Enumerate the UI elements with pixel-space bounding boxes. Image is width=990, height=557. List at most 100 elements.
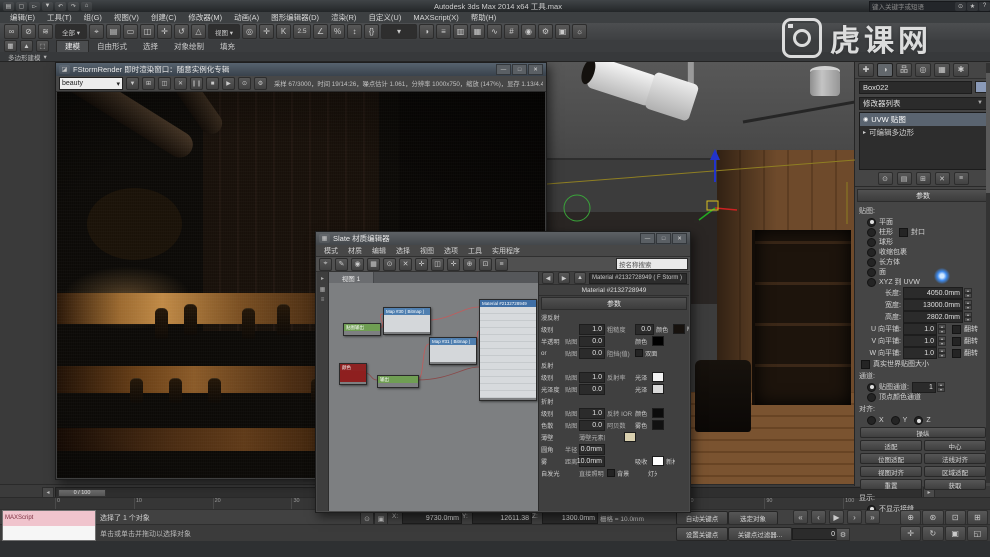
radio-button[interactable] xyxy=(867,217,876,227)
param-button[interactable]: 灯光 xyxy=(648,469,657,478)
radio-button[interactable] xyxy=(867,247,876,257)
axis-radio[interactable]: X xyxy=(867,416,884,425)
menu-item[interactable]: 视图(V) xyxy=(108,12,145,23)
pan-view-icon[interactable]: ✛ xyxy=(900,526,922,541)
ribbon-tab[interactable]: 建模 xyxy=(56,39,89,53)
modifier-bulb-icon[interactable]: ▸ xyxy=(863,129,866,136)
curve-editor-icon[interactable]: ∿ xyxy=(487,24,502,39)
zoom-extents-view-icon[interactable]: ⊡ xyxy=(479,257,492,271)
slate-titlebar[interactable]: ▦ Slate 材质编辑器 — □ ✕ xyxy=(316,232,690,245)
lock-view-icon[interactable]: ⊙ xyxy=(238,77,251,90)
dimension-input[interactable]: 13000.0mm xyxy=(903,299,963,311)
next-frame-icon[interactable]: › xyxy=(847,510,862,524)
material-editor-icon[interactable]: ◉ xyxy=(521,24,536,39)
zoom-region-icon[interactable]: ⊞ xyxy=(966,510,988,525)
show-end-result-icon[interactable]: ⊙ xyxy=(383,257,396,271)
color-swatch[interactable] xyxy=(652,384,664,394)
light-gizmo-circle[interactable] xyxy=(563,194,591,222)
flip-checkbox[interactable] xyxy=(952,336,961,346)
edit-named-selections-icon[interactable]: {} xyxy=(364,24,379,39)
param-checkbox[interactable] xyxy=(607,469,615,477)
menu-item[interactable]: 材质 xyxy=(343,246,367,256)
open-file-icon[interactable]: ▻ xyxy=(29,1,40,11)
bind-to-space-warp-icon[interactable]: ≋ xyxy=(38,24,53,39)
menu-item[interactable]: 组(G) xyxy=(78,12,108,23)
panel-scrollbar[interactable] xyxy=(986,63,990,483)
param-value-field[interactable]: 1.0 xyxy=(579,371,605,383)
selection-filter-combo[interactable]: 全部 ▾ xyxy=(55,24,87,39)
axis-radio[interactable]: Z xyxy=(914,416,931,425)
param-value-field[interactable]: 0.0mm xyxy=(579,443,605,455)
radio-button[interactable] xyxy=(867,257,876,267)
ribbon-tab[interactable]: 对象绘制 xyxy=(166,40,212,52)
color-swatch[interactable] xyxy=(624,432,636,442)
menu-item[interactable]: 自定义(U) xyxy=(362,12,407,23)
align-icon[interactable]: ≡ xyxy=(436,24,451,39)
select-by-name-icon[interactable]: ▤ xyxy=(106,24,121,39)
new-scene-icon[interactable]: ▢ xyxy=(16,1,27,11)
move-children-icon[interactable]: ✛ xyxy=(415,257,428,271)
param-value-field[interactable]: 0.0 xyxy=(635,323,654,335)
start-render-icon[interactable]: ▶ xyxy=(222,77,235,90)
rectangular-selection-icon[interactable]: ▭ xyxy=(123,24,138,39)
key-filters-button[interactable]: 关键点过滤器... xyxy=(728,527,792,541)
radio-button[interactable] xyxy=(867,237,876,247)
maxscript-mini-listener[interactable]: MAXScript xyxy=(2,510,96,541)
auto-key-button[interactable]: 自动关键点 xyxy=(676,511,728,525)
schematic-view-icon[interactable]: # xyxy=(504,24,519,39)
rendered-frame-window-icon[interactable]: ▣ xyxy=(555,24,570,39)
dimension-input[interactable]: 2802.0mm xyxy=(903,311,963,323)
spinner-snap-icon[interactable]: ↕ xyxy=(347,24,362,39)
play-animation-icon[interactable]: ▶ xyxy=(829,510,844,524)
star-icon[interactable]: ★ xyxy=(967,1,978,11)
menu-item[interactable]: 选择 xyxy=(391,246,415,256)
modifier-stack-item[interactable]: ▸ 可编辑多边形 xyxy=(860,126,986,139)
bitmap-node[interactable]: Map #30 ( Bitmap ) xyxy=(383,307,431,335)
display-tab-icon[interactable]: ▦ xyxy=(934,62,950,77)
radio-button[interactable] xyxy=(867,382,876,392)
mapping-option[interactable]: 柱形 封口 xyxy=(859,227,987,237)
flip-checkbox[interactable] xyxy=(952,348,961,358)
chevron-down-icon[interactable]: ▾ xyxy=(44,53,47,61)
freeform-mode-icon[interactable]: ▲ xyxy=(20,40,33,52)
key-mode-toggle-icon[interactable]: ⚙ xyxy=(836,528,850,541)
pan-view-icon[interactable]: ✛ xyxy=(447,257,460,271)
go-to-end-icon[interactable]: » xyxy=(865,510,880,524)
select-object-icon[interactable]: ⌖ xyxy=(89,24,104,39)
menu-item[interactable]: 创建(C) xyxy=(145,12,182,23)
output-node[interactable]: 输出 xyxy=(377,375,419,388)
view-tab[interactable]: 视图 1 xyxy=(329,272,374,283)
color-node[interactable]: 颜色 xyxy=(339,363,367,385)
menu-item[interactable]: 工具(T) xyxy=(41,12,78,23)
real-world-row[interactable]: 真实世界贴图大小 xyxy=(859,359,987,369)
radio-button[interactable] xyxy=(867,267,876,277)
vertex-channel-row[interactable]: 顶点颜色通道 xyxy=(859,392,987,402)
mapping-option[interactable]: 长方体 xyxy=(859,257,987,267)
reference-coordinate-combo[interactable]: 视图 ▾ xyxy=(208,24,240,39)
cap-checkbox[interactable] xyxy=(899,227,908,237)
unlink-selection-icon[interactable]: ⊘ xyxy=(21,24,36,39)
project-folder-icon[interactable]: ⌂ xyxy=(81,1,92,11)
manipulate-button[interactable]: 操纵 xyxy=(860,427,986,438)
delete-selection-icon[interactable]: ✕ xyxy=(399,257,412,271)
real-world-checkbox[interactable] xyxy=(861,359,870,369)
graphite-menu-icon[interactable]: ▦ xyxy=(4,40,17,52)
material-breadcrumb[interactable]: Material #2132728949 ( F Storm ) xyxy=(589,272,687,284)
render-channel-combo[interactable]: beauty ▾ xyxy=(59,77,123,90)
render-window-titlebar[interactable]: ◪ FStormRender 即时渲染窗口：随意实例化专辑 — □ ✕ xyxy=(56,63,546,76)
bitmap-node[interactable]: Map #31 ( Bitmap ) xyxy=(429,337,477,365)
radio-button[interactable] xyxy=(914,416,924,425)
menu-item[interactable]: 选项 xyxy=(439,246,463,256)
selection-set-dropdown[interactable]: 选定对象 xyxy=(728,511,778,525)
percent-snap-icon[interactable]: % xyxy=(330,24,345,39)
param-value-field[interactable]: 10.0mm xyxy=(577,455,605,467)
ribbon-tab[interactable]: 选择 xyxy=(135,40,166,52)
search-icon[interactable]: ⊙ xyxy=(955,1,966,11)
tiling-input[interactable]: 1.0 xyxy=(903,335,937,347)
select-and-manipulate-icon[interactable]: ✛ xyxy=(259,24,274,39)
color-swatch[interactable] xyxy=(673,324,685,334)
selection-mode-icon[interactable]: ⬚ xyxy=(36,40,49,52)
ribbon-panel-label[interactable]: 多边形建模 xyxy=(8,52,41,62)
dimension-input[interactable]: 4050.0mm xyxy=(903,287,963,299)
map-channel-row[interactable]: 贴图通道: 1 ▴ ▾ xyxy=(859,381,987,393)
